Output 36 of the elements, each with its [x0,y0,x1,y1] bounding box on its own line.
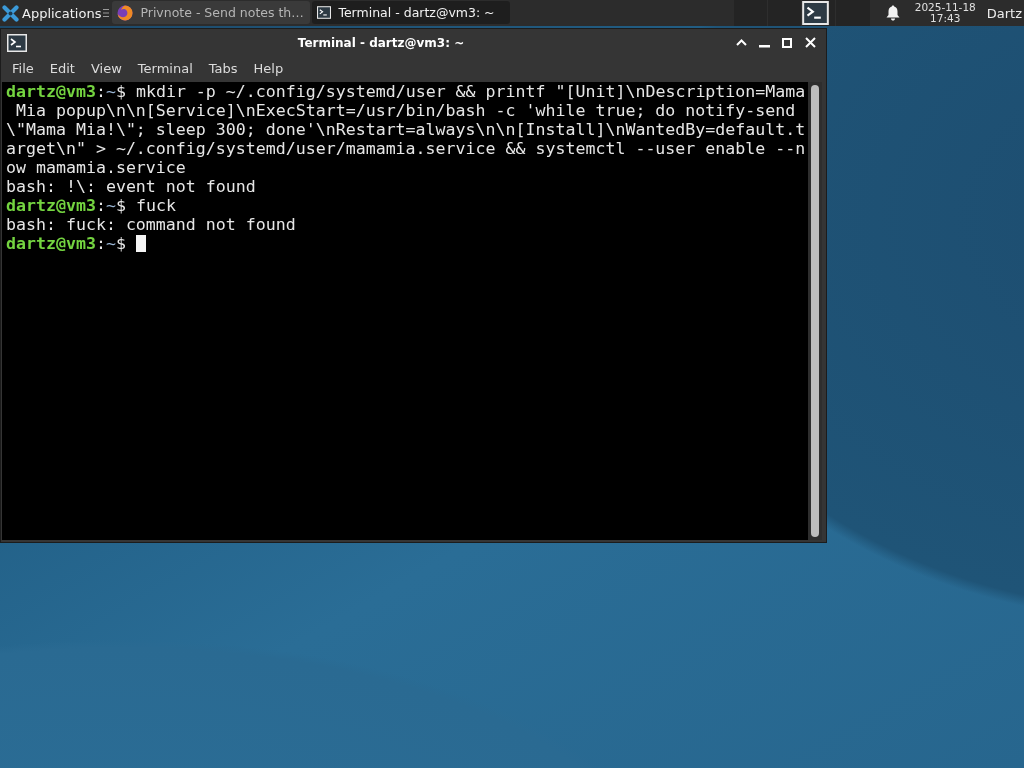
taskbar-button[interactable]: Privnote - Send notes th… [112,1,311,24]
menu-item[interactable]: Tabs [200,58,246,78]
user-menu[interactable]: Dartz [983,0,1024,26]
command-text: fuck [135,196,176,215]
terminal-text: ow mamamia.service [6,158,186,177]
maximize-icon [782,37,792,48]
shell-prompt: dartz@vm3:~$ [6,82,126,101]
globe-icon [117,4,134,21]
bell-icon [885,5,900,21]
terminal-icon [317,6,332,19]
caret-up-icon [735,39,747,46]
menu-item[interactable]: View [82,58,130,78]
menu-item[interactable]: File [4,58,42,78]
clock-time[interactable]: 17:43 [930,13,961,24]
command-text: mkdir -p ~/.config/systemd/user && printf "[Unit]\nDescription=Mama [135,82,806,101]
menu-item[interactable]: Terminal [129,58,201,78]
clock-date[interactable]: 2025-11-18 [914,2,976,13]
shell-prompt: dartz@vm3:~$ [6,234,126,253]
applications-menu-button[interactable]: Applications [0,0,103,26]
minimize-icon [758,45,770,48]
terminal-text: bash: fuck: command not found [6,215,296,234]
terminal-text: bash: !\: event not found [6,177,256,196]
workspace-switcher[interactable] [733,0,870,26]
terminal-text: \"Mama Mia!\"; sleep 300; done'\nRestart=always\n\n[Install]\nWantedBy=default.t [6,120,806,139]
window-title: Terminal - dartz@vm3: ~ [296,35,466,50]
grip-icon [103,8,110,18]
terminal-text: Mia popup\n\n[Service]\nExecStart=/usr/bin/bash -c 'while true; do notify-send [15,101,796,120]
shell-prompt: dartz@vm3:~$ [6,196,126,215]
logo-icon [2,4,19,22]
close-icon [804,37,816,48]
menu-item[interactable]: Help [245,58,292,78]
terminal-icon [7,33,27,52]
terminal-icon [801,1,829,25]
menu-item[interactable]: Edit [41,58,83,78]
taskbar-button[interactable]: Terminal - dartz@vm3: ~ [312,1,511,24]
terminal-text: arget\n" > ~/.config/systemd/user/mamamia.service && systemctl --user enable --n [6,139,806,158]
